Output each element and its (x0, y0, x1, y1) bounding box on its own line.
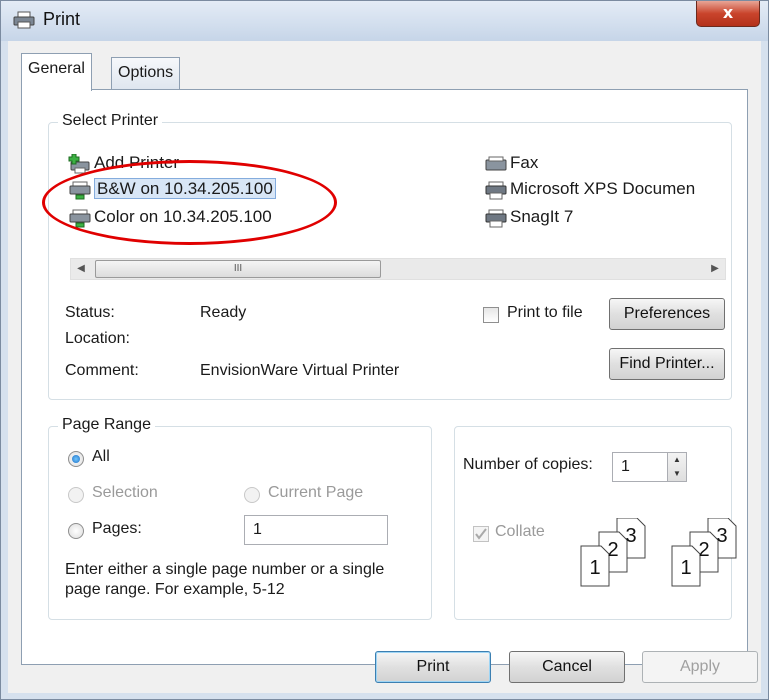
pages-label: Pages: (92, 520, 142, 537)
pages-input[interactable]: 1 (244, 515, 388, 545)
all-radio[interactable] (68, 451, 84, 467)
title-bar[interactable]: Print x (1, 1, 768, 41)
tab-general[interactable]: General (21, 53, 92, 91)
svg-text:3: 3 (625, 525, 636, 547)
dialog-client-area: General Options Select Printer Add Print… (8, 41, 761, 693)
printer-label: Add Printer (94, 153, 180, 172)
selection-label: Selection (92, 484, 158, 501)
printer-list-scrollbar[interactable]: ◀ III ▶ (70, 258, 726, 280)
add-printer-icon (68, 153, 90, 174)
collate-label: Collate (495, 523, 545, 540)
cancel-button-label: Cancel (542, 658, 592, 675)
selection-radio[interactable] (68, 487, 84, 503)
printer-label: Color on 10.34.205.100 (94, 207, 272, 226)
close-button[interactable]: x (696, 1, 760, 27)
printer-bw[interactable]: B&W on 10.34.205.100 (68, 176, 276, 202)
general-tab-panel: Select Printer Add Printer B&W on 10.34.… (21, 89, 748, 665)
printer-label: B&W on 10.34.205.100 (94, 178, 276, 199)
page-range-title: Page Range (58, 416, 155, 434)
svg-text:3: 3 (716, 525, 727, 547)
pages-radio[interactable] (68, 523, 84, 539)
svg-text:2: 2 (607, 539, 618, 561)
select-printer-title: Select Printer (58, 112, 163, 130)
status-value: Ready (200, 304, 247, 321)
print-button[interactable]: Print (375, 651, 491, 683)
svg-text:1: 1 (589, 557, 600, 579)
page-range-help-line2: page range. For example, 5-12 (65, 581, 285, 598)
scroll-left-arrow-icon[interactable]: ◀ (71, 259, 91, 279)
fax-icon (485, 156, 507, 171)
apply-button[interactable]: Apply (642, 651, 758, 683)
copies-input-value: 1 (621, 458, 630, 475)
scroll-grip: III (233, 263, 243, 274)
printer-label: SnagIt 7 (510, 207, 574, 226)
spin-down-icon[interactable]: ▼ (668, 467, 686, 481)
print-to-file-checkbox[interactable] (483, 307, 499, 323)
apply-button-label: Apply (679, 658, 721, 675)
window-title: Print (43, 9, 81, 29)
tab-options-label: Options (118, 64, 174, 81)
print-button-label: Print (416, 658, 450, 675)
tab-general-label: General (28, 60, 85, 77)
number-of-copies-label: Number of copies: (463, 456, 593, 473)
checkmark-icon (475, 528, 487, 540)
spin-up-icon[interactable]: ▲ (668, 453, 686, 467)
current-page-label: Current Page (268, 484, 364, 501)
comment-value: EnvisionWare Virtual Printer (200, 362, 400, 379)
collate-checkbox[interactable] (473, 526, 489, 542)
printer-label: Microsoft XPS Documen (510, 179, 696, 198)
printer-color[interactable]: Color on 10.34.205.100 (68, 204, 272, 230)
comment-label: Comment: (65, 362, 139, 379)
printer-label: Fax (510, 153, 539, 172)
network-printer-icon (69, 209, 91, 228)
printer-xps[interactable]: Microsoft XPS Documen (484, 176, 695, 202)
page-range-help-line1: Enter either a single page number or a s… (65, 561, 385, 578)
svg-text:2: 2 (698, 539, 709, 561)
find-printer-button[interactable]: Find Printer... (609, 348, 725, 380)
preferences-button[interactable]: Preferences (609, 298, 725, 330)
svg-text:1: 1 (680, 557, 691, 579)
printer-add-printer[interactable]: Add Printer (68, 150, 179, 176)
tab-options[interactable]: Options (111, 57, 181, 89)
cancel-button[interactable]: Cancel (509, 651, 625, 683)
printer-icon (485, 181, 507, 200)
collate-pages-icon: 3 2 1 (580, 518, 646, 587)
close-icon: x (722, 3, 734, 22)
all-label: All (92, 448, 110, 465)
scroll-thumb[interactable]: III (95, 260, 381, 278)
printer-fax[interactable]: Fax (484, 150, 538, 176)
printer-snagit[interactable]: SnagIt 7 (484, 204, 573, 230)
find-printer-button-label: Find Printer... (619, 355, 715, 372)
print-to-file-label: Print to file (507, 304, 583, 321)
collate-pages-icon: 3 2 1 (671, 518, 737, 587)
copies-input[interactable]: 1 (612, 452, 668, 482)
status-label: Status: (65, 304, 115, 321)
current-page-radio[interactable] (244, 487, 260, 503)
location-label: Location: (65, 330, 130, 347)
printer-icon (13, 11, 35, 29)
preferences-button-label: Preferences (623, 305, 711, 322)
network-printer-icon (69, 181, 91, 200)
printer-icon (485, 209, 507, 228)
scroll-right-arrow-icon[interactable]: ▶ (705, 259, 725, 279)
print-dialog: Print x General Options Select Printer A… (0, 0, 769, 700)
copies-spinner[interactable]: ▲ ▼ (667, 452, 687, 482)
pages-input-value: 1 (253, 521, 262, 538)
